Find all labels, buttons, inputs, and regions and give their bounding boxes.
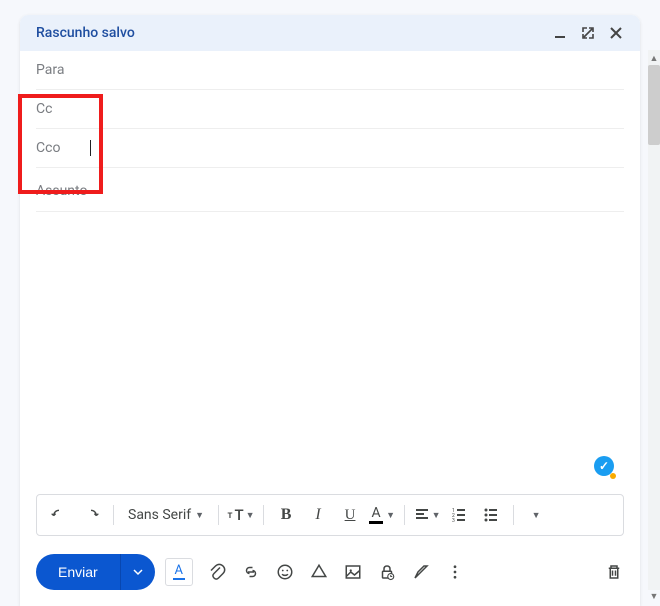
subject-field-row[interactable]: Assunto [36, 168, 624, 212]
format-toolbar: Sans Serif ▼ тT ▼ B I U A ▼ ▼ 123 [36, 494, 624, 536]
compose-window: Rascunho salvo Para Cc Cco [20, 15, 640, 606]
signature-icon[interactable] [411, 562, 431, 582]
cc-input[interactable] [86, 101, 624, 117]
chevron-down-icon: ▼ [432, 510, 441, 521]
to-field-row[interactable]: Para [36, 51, 624, 90]
underline-icon[interactable]: U [336, 501, 364, 529]
bold-icon[interactable]: B [272, 501, 300, 529]
separator [218, 505, 219, 525]
font-family-label: Sans Serif [128, 507, 191, 523]
chevron-down-icon: ▼ [195, 510, 204, 521]
numbered-list-icon[interactable]: 123 [445, 501, 473, 529]
bottom-toolbar: Enviar A [20, 546, 640, 606]
emoji-icon[interactable] [275, 562, 295, 582]
chevron-down-icon: ▼ [386, 510, 395, 521]
send-options-button[interactable] [120, 554, 155, 590]
window-controls [552, 25, 624, 41]
compose-title: Rascunho salvo [36, 25, 135, 41]
bcc-field-row[interactable]: Cco [36, 129, 624, 168]
confidential-icon[interactable] [377, 562, 397, 582]
more-formatting-icon[interactable]: ▼ [522, 501, 550, 529]
align-icon[interactable]: ▼ [413, 501, 441, 529]
bcc-input[interactable] [91, 140, 624, 156]
cc-label: Cc [36, 101, 76, 117]
cc-field-row[interactable]: Cc [36, 90, 624, 129]
to-input[interactable] [86, 62, 624, 78]
fullscreen-icon[interactable] [580, 25, 596, 41]
undo-icon[interactable] [45, 501, 73, 529]
bottom-right-tools [604, 562, 624, 582]
scroll-up-icon[interactable]: ▲ [648, 52, 660, 64]
separator [263, 505, 264, 525]
more-options-icon[interactable] [445, 562, 465, 582]
send-button[interactable]: Enviar [36, 554, 120, 590]
notification-dot [610, 473, 616, 479]
text-color-icon[interactable]: A ▼ [368, 501, 396, 529]
redo-icon[interactable] [77, 501, 105, 529]
font-size-picker[interactable]: тT ▼ [227, 501, 255, 529]
scrollbar-thumb[interactable] [648, 65, 660, 145]
text-color-tool-icon[interactable]: A [165, 558, 193, 586]
subject-label: Assunto [36, 183, 87, 199]
separator [113, 505, 114, 525]
close-icon[interactable] [608, 25, 624, 41]
scroll-down-icon[interactable]: ▼ [648, 590, 660, 602]
to-label: Para [36, 62, 76, 78]
svg-text:3: 3 [452, 518, 455, 523]
bullet-list-icon[interactable] [477, 501, 505, 529]
separator [404, 505, 405, 525]
link-icon[interactable] [241, 562, 261, 582]
drive-icon[interactable] [309, 562, 329, 582]
separator [513, 505, 514, 525]
image-icon[interactable] [343, 562, 363, 582]
font-family-picker[interactable]: Sans Serif ▼ [122, 507, 210, 523]
compose-tools: A [165, 558, 465, 586]
compose-body-area: Para Cc Cco Assunto [20, 51, 640, 494]
chevron-down-icon: ▼ [532, 510, 541, 521]
discard-icon[interactable] [604, 562, 624, 582]
bcc-label: Cco [36, 140, 76, 156]
chevron-down-icon: ▼ [246, 510, 255, 521]
minimize-icon[interactable] [552, 25, 568, 41]
attach-icon[interactable] [207, 562, 227, 582]
send-button-group: Enviar [36, 554, 155, 590]
compose-header: Rascunho salvo [20, 15, 640, 51]
message-body[interactable] [36, 212, 624, 422]
italic-icon[interactable]: I [304, 501, 332, 529]
